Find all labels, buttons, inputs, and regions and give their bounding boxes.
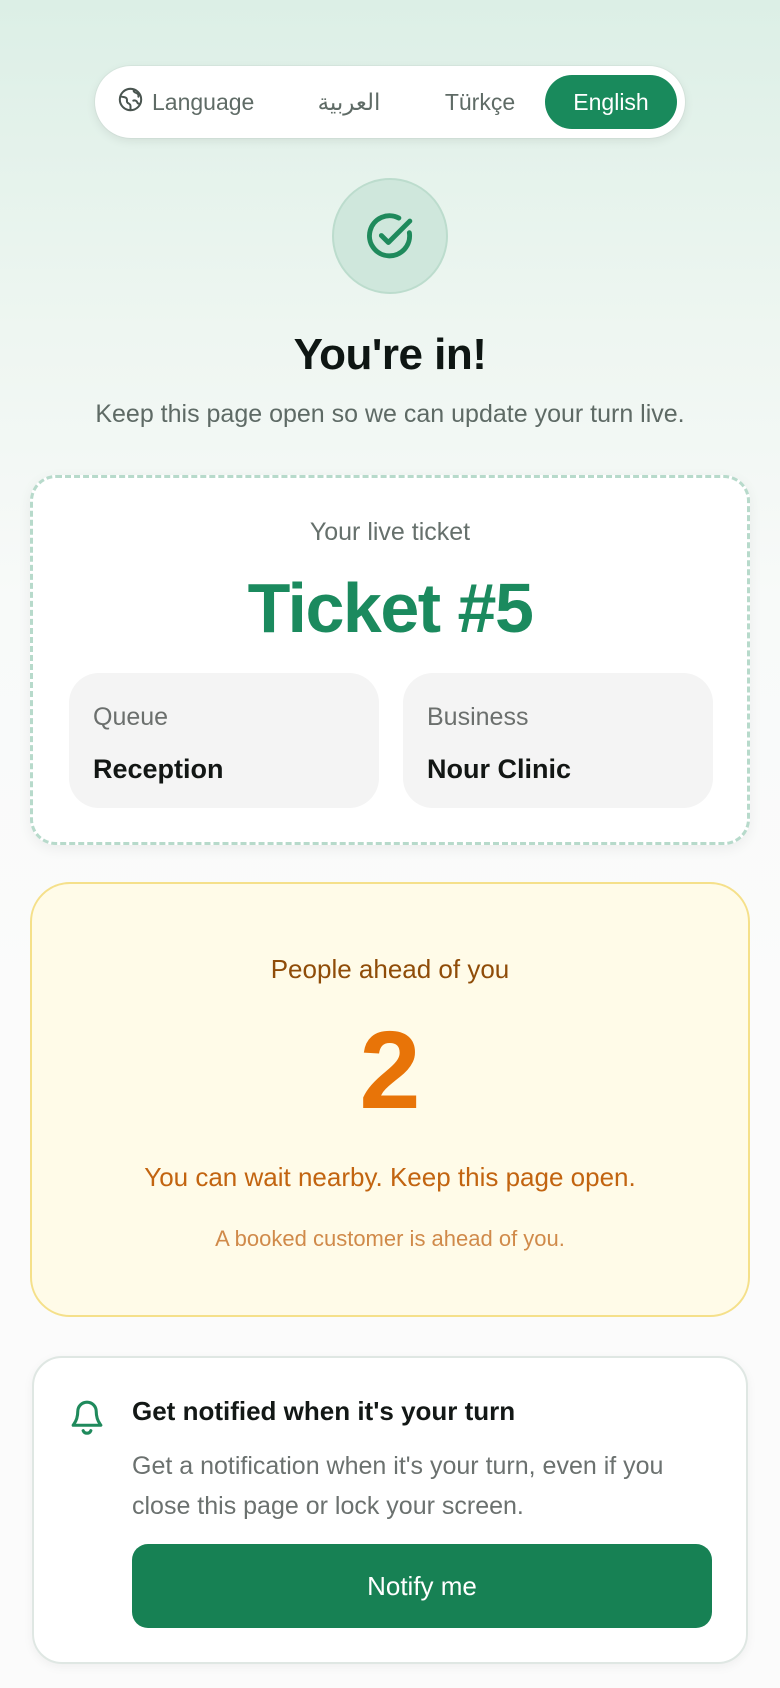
globe-icon — [117, 86, 144, 119]
ticket-label: Your live ticket — [309, 518, 471, 546]
language-switcher: Language العربية Türkçe English — [95, 66, 685, 138]
language-label: Language — [117, 86, 277, 119]
people-ahead-message: You can wait nearby. Keep this page open… — [144, 1162, 636, 1192]
language-option-english[interactable]: English — [545, 75, 677, 129]
notify-title: Get notified when it's your turn — [132, 1396, 516, 1426]
language-label-text: Language — [152, 88, 255, 115]
notify-me-button[interactable]: Notify me — [132, 1544, 712, 1628]
queue-value: Reception — [93, 754, 224, 784]
queue-label: Queue — [93, 703, 169, 731]
queue-tile: Queue Reception — [69, 673, 379, 808]
language-option-turkish[interactable]: Türkçe — [425, 89, 535, 116]
page-title: You're in! — [293, 330, 487, 379]
bell-icon — [68, 1396, 106, 1436]
notify-description: Get a notification when it's your turn, … — [132, 1452, 664, 1520]
business-tile: Business Nour Clinic — [403, 673, 713, 808]
ticket-number: Ticket #5 — [247, 569, 534, 647]
people-ahead-count: 2 — [359, 1009, 421, 1132]
notify-card: Get notified when it's your turn Get a n… — [32, 1356, 748, 1664]
ticket-card: Your live ticket Ticket #5 Queue Recepti… — [30, 475, 750, 845]
language-option-arabic[interactable]: العربية — [299, 89, 399, 116]
business-label: Business — [427, 703, 529, 731]
people-ahead-card: People ahead of you 2 You can wait nearb… — [30, 882, 750, 1317]
business-value: Nour Clinic — [427, 754, 572, 784]
people-ahead-note: A booked customer is ahead of you. — [215, 1226, 565, 1251]
check-circle-icon — [332, 178, 448, 294]
people-ahead-title: People ahead of you — [270, 954, 510, 984]
page-subtitle: Keep this page open so we can update you… — [95, 400, 685, 428]
